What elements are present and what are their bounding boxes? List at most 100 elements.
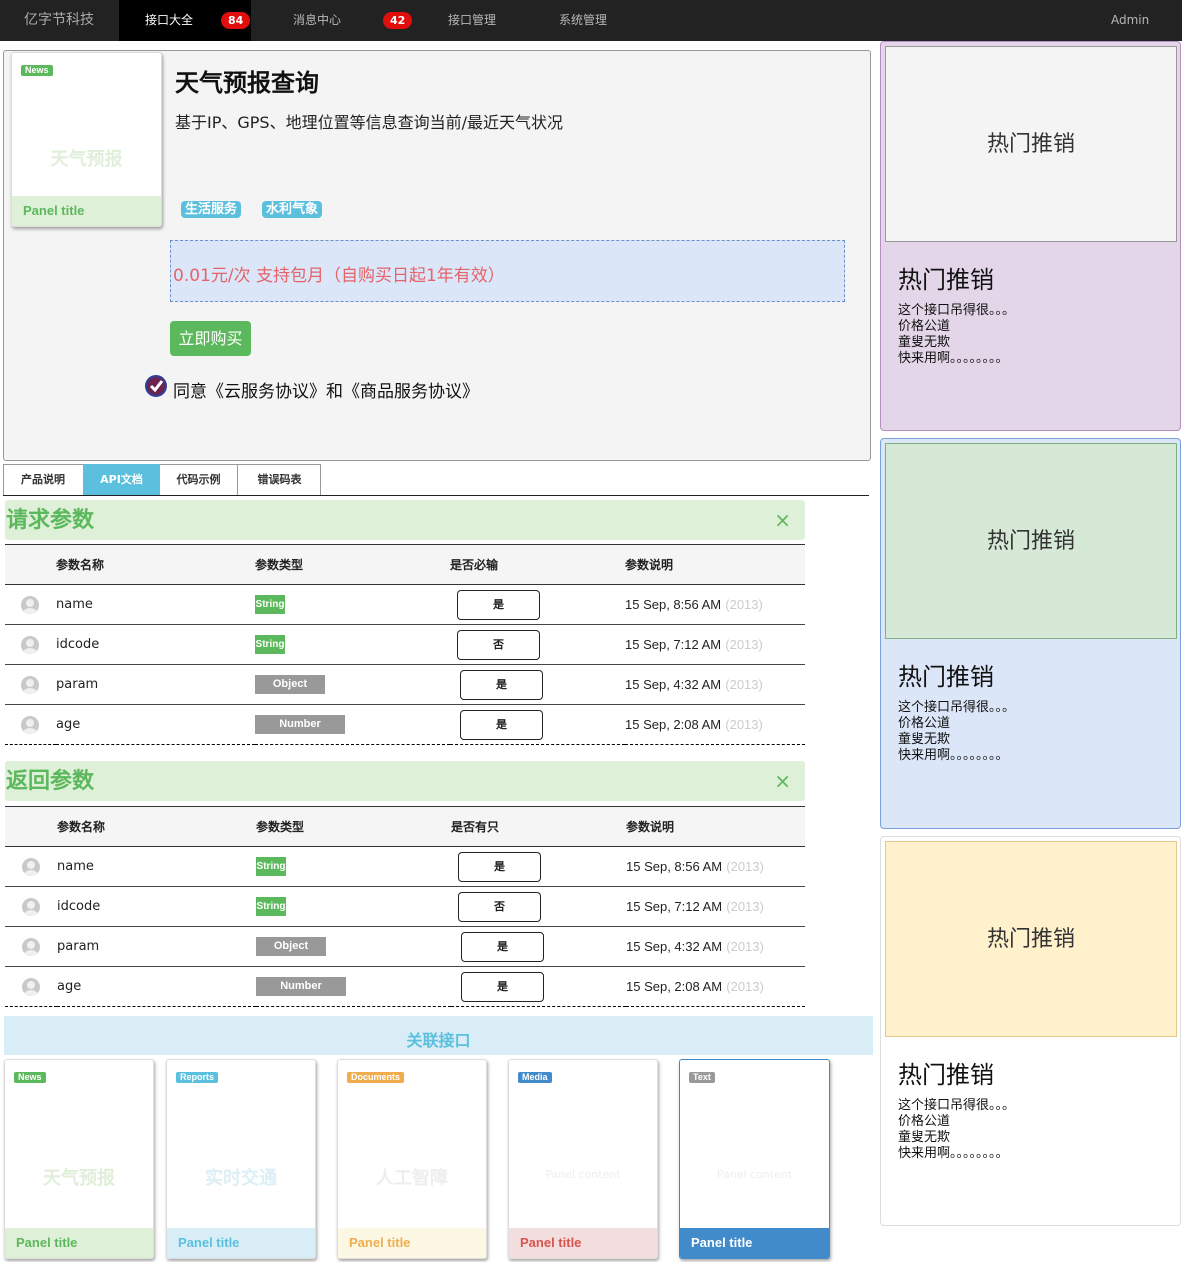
- thumb-label: News: [21, 65, 53, 76]
- related-card-news[interactable]: News 天气预报 Panel title: [4, 1059, 154, 1259]
- tab-api-docs[interactable]: API文档: [83, 464, 160, 495]
- table-row[interactable]: idcode String 否 15 Sep, 7:12 AM (2013): [5, 624, 805, 665]
- promo-title: 热门推销: [898, 663, 994, 691]
- response-params-table: 参数名称 参数类型 是否有只 参数说明 name String 是 15 Sep…: [5, 806, 805, 1007]
- promo-line: 童叟无欺: [898, 1130, 951, 1145]
- table-row[interactable]: param Object 是 15 Sep, 4:32 AM (2013): [5, 926, 805, 967]
- section-title: 请求参数: [6, 508, 95, 533]
- close-icon[interactable]: ×: [774, 508, 791, 532]
- param-date: 15 Sep, 4:32 AM: [625, 676, 722, 692]
- buy-now-button[interactable]: 立即购买: [170, 321, 251, 356]
- nav-item-api-manage[interactable]: 接口管理: [448, 0, 496, 41]
- col-header: 参数说明: [626, 806, 805, 847]
- agree-text: 同意《云服务协议》和《商品服务协议》: [173, 382, 479, 402]
- param-name: idcode: [57, 886, 256, 927]
- related-card-media[interactable]: Media Panel content Panel title: [508, 1059, 658, 1259]
- param-year: (2013): [726, 898, 764, 914]
- required-button[interactable]: 否: [457, 629, 540, 660]
- promo-card-2[interactable]: 热门推销 热门推销 这个接口吊得很。。。 价格公道 童叟无欺 快来用啊。。。。。…: [880, 438, 1181, 829]
- tab-code-samples[interactable]: 代码示例: [160, 464, 238, 495]
- param-date: 15 Sep, 2:08 AM: [625, 716, 722, 732]
- promo-text: 这个接口吊得很。。。 价格公道 童叟无欺 快来用啊。。。。。。。。: [898, 303, 1015, 367]
- promo-image: 热门推销: [885, 46, 1177, 242]
- doc-tabs: 产品说明 API文档 代码示例 错误码表: [3, 464, 869, 496]
- card-watermark: 实时交通: [205, 1168, 277, 1189]
- param-type-badge: Object: [255, 675, 325, 694]
- checkmark-icon: [149, 380, 164, 393]
- tab-product-info[interactable]: 产品说明: [3, 464, 83, 495]
- col-header: 是否有只: [451, 806, 626, 847]
- promo-line: 快来用啊。。。。。。。。: [898, 1146, 1009, 1161]
- card-footer: Panel title: [5, 1228, 153, 1258]
- related-card-reports[interactable]: Reports 实时交通 Panel title: [166, 1059, 316, 1259]
- param-year: (2013): [725, 596, 763, 612]
- promo-card-3[interactable]: 热门推销 热门推销 这个接口吊得很。。。 价格公道 童叟无欺 快来用啊。。。。。…: [880, 836, 1181, 1226]
- product-thumbnail[interactable]: News 天气预报 Panel title: [11, 52, 162, 227]
- col-header: 参数名称: [56, 544, 255, 585]
- param-year: (2013): [726, 858, 764, 874]
- brand-logo[interactable]: 亿字节科技: [24, 0, 94, 41]
- promo-card-1[interactable]: 热门推销 热门推销 这个接口吊得很。。。 价格公道 童叟无欺 快来用啊。。。。。…: [880, 41, 1181, 431]
- avatar-icon: [22, 937, 40, 956]
- avatar-icon: [21, 675, 39, 694]
- tag-life-service[interactable]: 生活服务: [181, 201, 242, 218]
- nav-user-admin[interactable]: Admin: [1111, 0, 1149, 41]
- product-description: 基于IP、GPS、地理位置等信息查询当前/最近天气状况: [175, 113, 563, 132]
- tab-error-codes[interactable]: 错误码表: [238, 464, 321, 495]
- has-value-button[interactable]: 是: [461, 971, 544, 1002]
- related-card-text[interactable]: Text Panel content Panel title: [679, 1059, 830, 1259]
- param-type-badge: Number: [256, 977, 346, 996]
- nav-badge-message-count: 42: [383, 12, 413, 29]
- has-value-button[interactable]: 否: [458, 891, 541, 922]
- tag-water-weather[interactable]: 水利气象: [262, 201, 323, 218]
- col-header: 参数类型: [256, 806, 451, 847]
- card-watermark: Panel content: [716, 1168, 793, 1181]
- param-type-badge: Number: [255, 715, 345, 734]
- card-watermark: Panel content: [545, 1168, 621, 1181]
- promo-line: 价格公道: [898, 319, 951, 334]
- card-label: Text: [689, 1072, 715, 1083]
- nav-item-label: 接口大全: [145, 13, 194, 27]
- param-type-badge: String: [256, 897, 286, 916]
- table-row[interactable]: age Number 是 15 Sep, 2:08 AM (2013): [5, 966, 805, 1007]
- promo-line: 快来用啊。。。。。。。。: [898, 748, 1009, 763]
- table-row[interactable]: idcode String 否 15 Sep, 7:12 AM (2013): [5, 886, 805, 927]
- promo-line: 价格公道: [898, 1114, 951, 1129]
- nav-item-messages[interactable]: 消息中心: [293, 0, 341, 41]
- required-button[interactable]: 是: [460, 709, 543, 740]
- promo-line: 这个接口吊得很。。。: [898, 303, 1016, 318]
- required-button[interactable]: 是: [457, 589, 540, 620]
- promo-line: 快来用啊。。。。。。。。: [898, 351, 1009, 366]
- promo-line: 童叟无欺: [898, 732, 951, 747]
- col-header: 参数说明: [625, 544, 805, 585]
- table-row[interactable]: name String 是 15 Sep, 8:56 AM (2013): [5, 584, 805, 625]
- nav-item-system-manage[interactable]: 系统管理: [559, 0, 607, 41]
- has-value-button[interactable]: 是: [461, 931, 544, 962]
- param-year: (2013): [725, 676, 763, 692]
- promo-text: 这个接口吊得很。。。 价格公道 童叟无欺 快来用啊。。。。。。。。: [898, 700, 1015, 764]
- agree-checkbox[interactable]: [145, 375, 167, 397]
- thumb-footer: Panel title: [12, 196, 161, 226]
- related-apis-header: 关联接口: [4, 1016, 873, 1055]
- promo-line: 这个接口吊得很。。。: [898, 1098, 1016, 1113]
- promo-image: 热门推销: [885, 841, 1177, 1037]
- related-card-documents[interactable]: Documents 人工智障 Panel title: [337, 1059, 487, 1259]
- close-icon[interactable]: ×: [774, 769, 791, 793]
- card-footer: Panel title: [167, 1228, 315, 1258]
- has-value-button[interactable]: 是: [458, 851, 541, 882]
- param-date: 15 Sep, 7:12 AM: [625, 636, 722, 652]
- col-header: 参数名称: [57, 806, 256, 847]
- avatar-icon: [21, 635, 39, 654]
- param-type-badge: Object: [256, 937, 326, 956]
- nav-badge-api-count: 84: [221, 12, 251, 29]
- promo-line: 价格公道: [898, 716, 951, 731]
- table-row[interactable]: name String 是 15 Sep, 8:56 AM (2013): [5, 846, 805, 887]
- param-year: (2013): [726, 978, 764, 994]
- col-header: 参数类型: [255, 544, 450, 585]
- param-year: (2013): [726, 938, 764, 954]
- required-button[interactable]: 是: [460, 669, 543, 700]
- card-label: Documents: [347, 1072, 405, 1083]
- param-date: 15 Sep, 4:32 AM: [626, 938, 723, 954]
- table-row[interactable]: age Number 是 15 Sep, 2:08 AM (2013): [5, 704, 805, 745]
- table-row[interactable]: param Object 是 15 Sep, 4:32 AM (2013): [5, 664, 805, 705]
